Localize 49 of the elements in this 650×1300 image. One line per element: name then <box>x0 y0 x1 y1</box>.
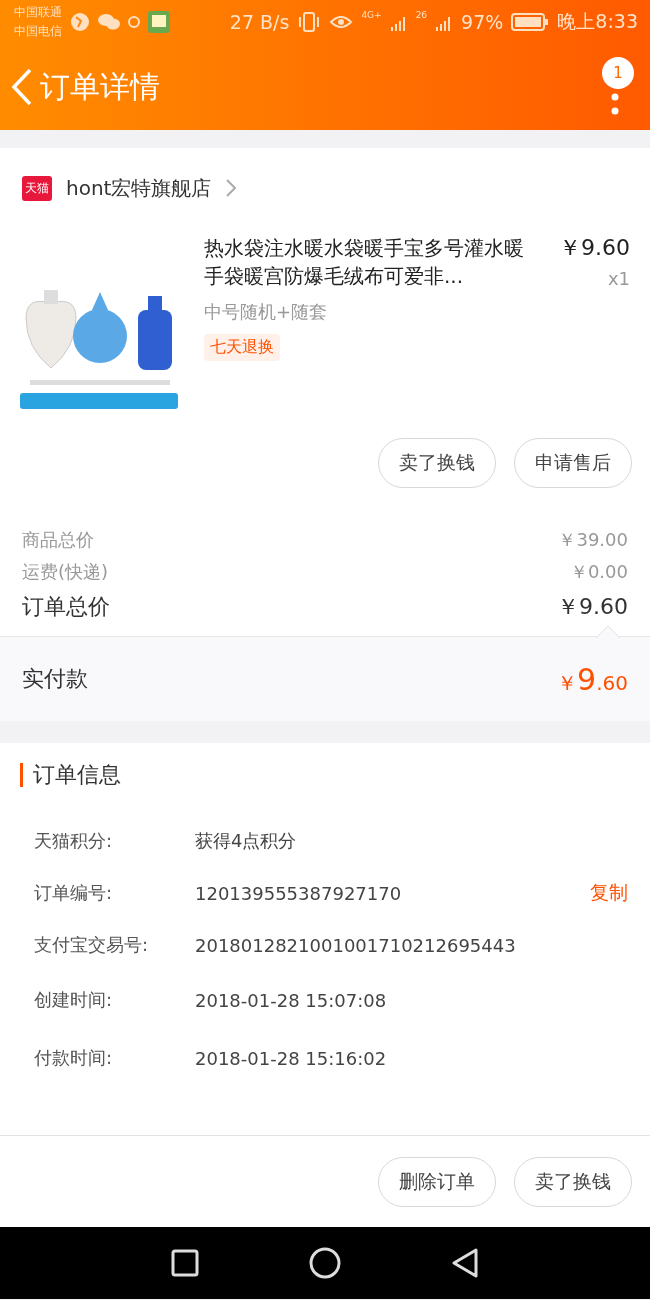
notification-badge: 1 <box>602 57 634 89</box>
info-value: 2018-01-28 15:07:08 <box>195 989 388 1011</box>
summary-value: ￥0.00 <box>569 560 628 584</box>
action-button[interactable]: 申请售后 <box>514 438 632 488</box>
chat-icon <box>98 13 120 31</box>
info-value: 获得4点积分 <box>195 829 298 853</box>
notification-icon <box>128 16 140 28</box>
store-badge: 天猫 <box>22 175 52 201</box>
more-icon[interactable] <box>611 93 619 115</box>
home-icon[interactable] <box>309 1247 341 1279</box>
section-title: 订单信息 <box>20 763 650 787</box>
product-price: ￥9.60 <box>559 234 630 262</box>
info-value: 120139555387927170 <box>195 882 403 904</box>
product-variant: 中号随机+随套 <box>204 300 329 324</box>
vibrate-icon <box>297 11 322 33</box>
battery-icon <box>511 13 550 31</box>
paid-label: 实付款 <box>22 665 88 693</box>
info-label: 付款时间: <box>34 1046 114 1070</box>
action-button[interactable]: 删除订单 <box>378 1156 496 1207</box>
info-value: 2018012821001001710212695443 <box>195 934 517 956</box>
clock: 晚上8:33 <box>557 9 638 34</box>
paid-amount: ￥9.60 <box>557 661 628 697</box>
product-quantity: x1 <box>607 268 630 289</box>
back-icon[interactable] <box>451 1247 479 1279</box>
action-button[interactable]: 卖了换钱 <box>378 438 496 488</box>
product-title[interactable]: 热水袋注水暖水袋暖手宝多号灌水暖手袋暖宫防爆毛绒布可爱非... <box>204 234 534 290</box>
carrier-name: 中国电信 <box>14 23 62 40</box>
summary-value: ￥9.60 <box>557 593 628 621</box>
recent-apps-icon[interactable] <box>171 1249 199 1277</box>
info-label: 天猫积分: <box>34 829 114 853</box>
info-label: 创建时间: <box>34 988 114 1012</box>
summary-label: 商品总价 <box>22 528 94 552</box>
network-speed: 27 B/s <box>229 11 290 33</box>
summary-value: ￥39.00 <box>558 528 628 552</box>
summary-label: 运费(快递) <box>22 560 109 584</box>
network-type: 4G+ <box>361 10 382 20</box>
battery-level: 97% <box>461 11 504 33</box>
action-button[interactable]: 卖了换钱 <box>514 1156 632 1207</box>
info-label: 支付宝交易号: <box>34 933 150 957</box>
store-name[interactable]: hont宏特旗舰店 <box>66 174 212 202</box>
page-title: 订单详情 <box>40 67 160 106</box>
info-label: 订单编号: <box>34 881 114 905</box>
summary-label: 订单总价 <box>22 593 110 621</box>
app-icon <box>148 11 170 33</box>
return-policy-tag: 七天退换 <box>204 334 280 361</box>
network-type: 26 <box>415 10 428 20</box>
carrier-name: 中国联通 <box>14 4 62 21</box>
info-value: 2018-01-28 15:16:02 <box>195 1047 388 1069</box>
browser-icon <box>70 12 90 32</box>
